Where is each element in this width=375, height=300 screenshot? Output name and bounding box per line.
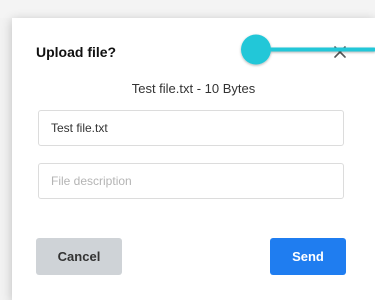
filename-input[interactable] bbox=[38, 110, 344, 146]
file-description-input[interactable] bbox=[38, 163, 344, 199]
background-strip bbox=[0, 0, 375, 18]
cancel-button[interactable]: Cancel bbox=[36, 238, 122, 275]
dialog-title: Upload file? bbox=[36, 44, 117, 60]
send-button[interactable]: Send bbox=[270, 238, 346, 275]
file-summary: Test file.txt - 10 Bytes bbox=[131, 81, 256, 96]
cursor-pointer-indicator bbox=[241, 34, 375, 65]
